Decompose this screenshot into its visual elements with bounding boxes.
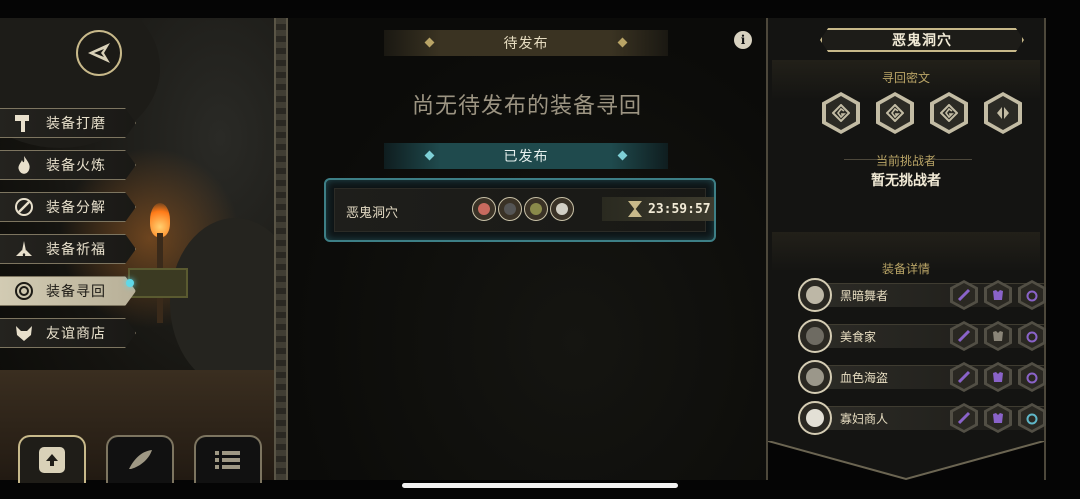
hero-avatar (524, 197, 548, 221)
sidebar-item-label: 装备分解 (46, 200, 106, 216)
rune-icon (886, 104, 904, 122)
hourglass-icon (628, 201, 642, 217)
sidebar-item-label: 友谊商店 (46, 326, 106, 342)
notification-dot (126, 279, 134, 287)
hero-name: 血色海盗 (840, 371, 889, 385)
sword-icon (957, 411, 971, 425)
hero-name: 黑暗舞者 (840, 289, 889, 303)
diamond-ornament-icon (424, 150, 435, 161)
pending-section-header: 待发布 (384, 30, 668, 56)
sidebar-item-disassemble[interactable]: 装备分解 (0, 192, 136, 222)
challenger-value: 暂无挑战者 (871, 173, 941, 189)
sidebar-item-label: 装备祈福 (46, 242, 106, 258)
sidebar-item-polish[interactable]: 装备打磨 (0, 108, 136, 138)
hero-row[interactable]: 血色海盗 (798, 360, 1046, 394)
ring-icon (1026, 372, 1038, 384)
blessing-icon (10, 238, 38, 260)
armor-icon (993, 372, 1003, 382)
hero-avatar (798, 360, 832, 394)
published-retrieve-card[interactable]: 恶鬼洞穴 23:59:57 (324, 178, 716, 242)
disassemble-icon (10, 196, 38, 218)
sidebar-menu: 装备打磨 装备火炼 装备分解 装备祈福 装备寻回 友谊商店 (0, 108, 140, 360)
retrieve-main-panel: 待发布 尚无待发布的装备寻回 已发布 恶鬼洞穴 23:59:57 (288, 18, 766, 480)
ring-icon (1026, 413, 1038, 425)
sidebar-item-label: 装备寻回 (46, 284, 106, 300)
cipher-rune-slot[interactable] (984, 92, 1022, 134)
cipher-slots (822, 92, 1022, 134)
published-header-label: 已发布 (503, 149, 549, 165)
sidebar-item-retrieve[interactable]: 装备寻回 (0, 276, 136, 306)
diamond-ornament-icon (424, 37, 435, 48)
dungeon-name: 恶鬼洞穴 (346, 206, 399, 221)
diamond-ornament-icon (617, 150, 628, 161)
hero-row[interactable]: 寡妇商人 (798, 401, 1046, 435)
cipher-rune-slot[interactable] (930, 92, 968, 134)
sidebar-item-label: 装备火炼 (46, 158, 106, 174)
game-logo-button[interactable] (76, 30, 122, 76)
bottom-tab-bar (18, 435, 262, 483)
ring-icon (1026, 331, 1038, 343)
cipher-label: 寻回密文 (881, 71, 930, 85)
sidebar-item-friend-shop[interactable]: 友谊商店 (0, 318, 136, 348)
timer-value: 23:59:57 (648, 201, 711, 217)
upload-arrow-icon (39, 447, 65, 473)
party-avatars (472, 197, 574, 221)
challenger-label: 当前挑战者 (875, 154, 936, 168)
hammer-icon (10, 112, 38, 134)
tab-upload[interactable] (18, 435, 86, 483)
armor-icon (993, 413, 1003, 423)
flame-icon (10, 154, 38, 176)
sword-icon (957, 288, 971, 302)
torch-decoration (140, 203, 180, 323)
hero-avatar (798, 319, 832, 353)
info-icon[interactable]: i (734, 31, 752, 49)
hero-name: 美食家 (840, 330, 877, 344)
feather-icon (129, 450, 152, 469)
rune-icon (940, 104, 958, 122)
sidebar-item-forge[interactable]: 装备火炼 (0, 150, 136, 180)
dungeon-detail-panel: 恶鬼洞穴 寻回密文 当前挑战者 暂无挑战者 装备详情 黑暗舞者 美食家 血色海盗… (766, 18, 1046, 481)
equip-detail-label: 装备详情 (881, 262, 930, 276)
ring-icon (1026, 290, 1038, 302)
sword-icon (957, 329, 971, 343)
hero-avatar (472, 197, 496, 221)
retrieve-icon (10, 280, 38, 302)
home-indicator[interactable] (402, 483, 678, 488)
diamond-ornament-icon (617, 37, 628, 48)
list-icon (215, 451, 240, 469)
panel-bottom-ornament (768, 441, 1044, 481)
cipher-rune-slot[interactable] (822, 92, 860, 134)
sword-icon (957, 370, 971, 384)
divider-line (932, 159, 972, 160)
hero-avatar (798, 401, 832, 435)
countdown-timer: 23:59:57 (602, 197, 714, 221)
tab-feather[interactable] (106, 435, 174, 483)
tab-list[interactable] (194, 435, 262, 483)
dungeon-title: 恶鬼洞穴 (820, 28, 1024, 52)
published-section-header: 已发布 (384, 143, 668, 169)
rune-icon (832, 104, 850, 122)
sidebar-item-label: 装备打磨 (46, 116, 106, 132)
sidebar-item-bless[interactable]: 装备祈福 (0, 234, 136, 264)
hero-avatar (798, 278, 832, 312)
hero-equipment-list: 黑暗舞者 美食家 血色海盗 寡妇商人 (798, 278, 1046, 442)
fox-icon (10, 322, 38, 344)
cipher-rune-slot[interactable] (876, 92, 914, 134)
ornate-divider (274, 18, 288, 480)
empty-pending-message: 尚无待发布的装备寻回 (411, 94, 642, 119)
back-arrow-icon (88, 43, 110, 63)
split-rune-icon (997, 107, 1009, 119)
armor-icon (993, 331, 1003, 341)
hero-avatar (550, 197, 574, 221)
cave-rock (170, 218, 276, 388)
hero-row[interactable]: 美食家 (798, 319, 1046, 353)
pending-header-label: 待发布 (503, 36, 549, 52)
hero-row[interactable]: 黑暗舞者 (798, 278, 1046, 312)
hero-name: 寡妇商人 (840, 412, 889, 426)
armor-icon (993, 290, 1003, 300)
hero-avatar (498, 197, 522, 221)
